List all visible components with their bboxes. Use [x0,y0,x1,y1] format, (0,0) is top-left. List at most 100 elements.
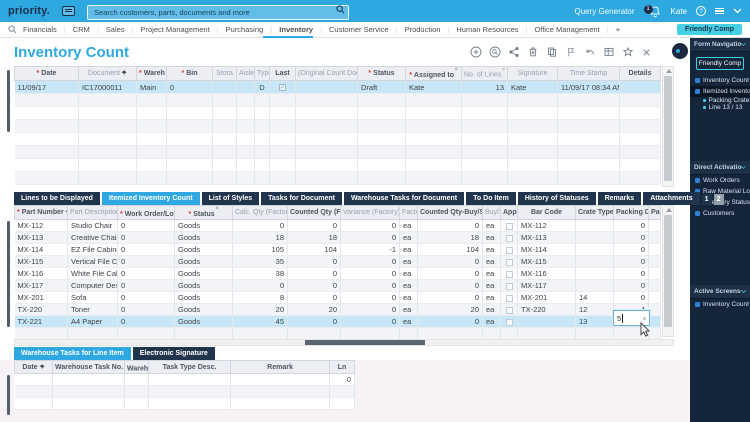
cell-counted-qty[interactable]: 0 [287,315,341,328]
cell-factory-unit[interactable]: ea [399,219,418,232]
approved-checkbox[interactable] [505,318,513,326]
tab-lines-to-be-displayed[interactable]: Lines to be Displayed [14,192,100,205]
menu-item-add[interactable]: + [600,22,620,38]
cell-counted-buy[interactable]: 0 [417,279,483,292]
cell-page[interactable] [648,243,661,256]
tab-list-of-styles[interactable]: List of Styles [201,192,260,205]
cell-task-type[interactable] [148,373,231,386]
col-signature[interactable]: Signature [507,66,558,81]
col-remark[interactable]: Remark [230,360,330,374]
approved-checkbox[interactable] [505,270,513,278]
tab-attachments[interactable]: Attachments [643,192,700,205]
menu-item-customer-service[interactable]: Customer Service [313,22,389,38]
cell-calc-qty[interactable]: 38 [232,267,288,280]
col-storage[interactable]: Stora [212,66,237,81]
cell-work-order[interactable]: 0 [117,315,175,328]
cell-bar-code[interactable]: MX-201 [517,291,576,304]
cell-status[interactable]: Goods [174,243,233,256]
cell-counted-buy[interactable]: 0 [417,267,483,280]
cell-counted-qty[interactable]: 0 [287,291,341,304]
cell-work-order[interactable]: 0 [117,303,175,316]
global-search-input[interactable] [86,5,349,20]
approved-checkbox[interactable] [505,222,513,230]
cell-calc-qty[interactable]: 18 [232,231,288,244]
table-row[interactable]: MX-116 White File Cabinet 0 Goods 38 0 0… [14,267,661,280]
col-packing-crate[interactable]: Packing Cr [613,205,649,220]
cell-counted-buy[interactable]: 0 [417,255,483,268]
cell-status[interactable]: Goods [174,231,233,244]
cell-counted-buy[interactable]: 0 [417,291,483,304]
col-buy-unit[interactable]: Buy/Se [482,205,501,220]
cell-part-description[interactable]: EZ File Cabinets [67,243,118,256]
cell-counted-buy[interactable]: 104 [417,243,483,256]
cell-crate-type[interactable]: 14 [575,291,614,304]
col-task-type-desc[interactable]: Task Type Desc. [148,360,231,374]
notifications-icon[interactable]: 1 [643,4,662,18]
col-date[interactable]: Date [14,66,79,81]
approved-checkbox[interactable] [505,258,513,266]
cell-bar-code[interactable]: TX-220 [517,303,576,316]
cell-status[interactable]: Goods [174,303,233,316]
cell-buy-unit[interactable]: ea [482,279,501,292]
cell-buy-unit[interactable]: ea [482,243,501,256]
col-assigned-to[interactable]: Assigned to [405,66,462,81]
cell-aisle[interactable] [236,80,255,94]
cell-bar-code[interactable]: MX-116 [517,267,576,280]
col-warehouse[interactable]: Wareh [124,360,149,374]
scroll-up-icon[interactable] [666,208,672,212]
cell-variance[interactable]: 0 [340,231,400,244]
menu-item-project-management[interactable]: Project Management [125,22,209,38]
cell-work-order[interactable]: 0 [117,231,175,244]
table-row[interactable]: MX-114 EZ File Cabinets 0 Goods 105 104 … [14,243,661,256]
cell-type[interactable]: D [254,80,270,94]
col-part-description[interactable]: Part Description [67,205,118,220]
cell-packing-crate[interactable]: 0 [613,279,649,292]
cell-remark[interactable] [230,373,330,386]
cell-crate-type[interactable] [575,243,614,256]
cell-approved[interactable] [500,243,518,256]
table-view-icon[interactable] [603,46,615,58]
app-switcher-icon[interactable] [61,6,75,16]
cell-packing-crate[interactable]: 0 [613,267,649,280]
tab-page-2[interactable]: 2 [713,194,724,205]
cell-part-description[interactable]: White File Cabinet [67,267,118,280]
cell-factory-unit[interactable]: ea [399,231,418,244]
table-row[interactable]: MX-113 Creative Chair 0 Goods 18 18 0 ea… [14,231,661,244]
cell-counted-qty[interactable]: 18 [287,231,341,244]
cell-counted-buy[interactable]: 0 [417,315,483,328]
cell-part-description[interactable]: Computer Desk [67,279,118,292]
active-screens-header[interactable]: Active Screens [690,285,750,299]
cell-variance[interactable]: 0 [340,219,400,232]
cell-work-order[interactable]: 0 [117,267,175,280]
cell-warehouse[interactable]: Main [136,80,167,94]
cell-bar-code[interactable]: MX-112 [517,219,576,232]
menu-item-sales[interactable]: Sales [90,22,125,38]
tab-to-do-item[interactable]: To Do Item [466,192,516,205]
flag-icon[interactable] [565,46,577,58]
cell-bar-code[interactable]: MX-115 [517,255,576,268]
cell-part-number[interactable]: MX-116 [14,267,68,280]
cell-crate-type[interactable] [575,219,614,232]
cell-counted-buy[interactable]: 18 [417,231,483,244]
add-record-icon[interactable] [470,46,482,58]
cell-approved[interactable] [500,303,518,316]
cell-variance[interactable]: 0 [340,255,400,268]
cell-part-number[interactable]: MX-117 [14,279,68,292]
cell-date[interactable] [14,373,53,386]
tab-electronic-signature[interactable]: Electronic Signature [132,347,215,360]
cell-time-stamp[interactable]: 11/09/17 08:34 AM [557,80,620,94]
col-calc-qty[interactable]: Calc. Qty (Factory) [232,205,288,220]
delete-icon[interactable] [527,46,539,58]
col-date[interactable]: Date [14,360,53,374]
col-factory-unit[interactable]: Factory [399,205,418,220]
cell-factory-unit[interactable]: ea [399,303,418,316]
table-row[interactable]: MX-117 Computer Desk 0 Goods 0 0 0 ea 0 … [14,279,661,292]
cell-part-number[interactable]: MX-115 [14,255,68,268]
cell-counted-qty[interactable]: 104 [287,243,341,256]
menu-item-human-resources[interactable]: Human Resources [440,22,518,38]
col-bar-code[interactable]: Bar Code [517,205,576,220]
cell-packing-crate[interactable]: 0 [613,291,649,304]
tab-itemized-inventory-count[interactable]: Itemized Inventory Count [101,192,200,205]
cell-calc-qty[interactable]: 45 [232,315,288,328]
cell-variance[interactable]: 0 [340,279,400,292]
